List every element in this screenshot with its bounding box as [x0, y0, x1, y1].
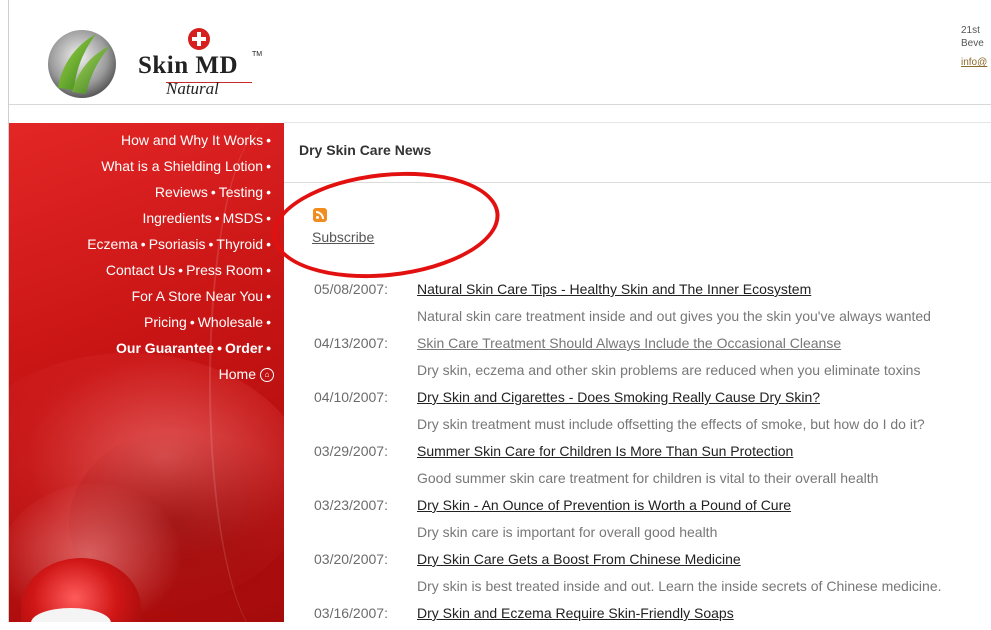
news-item: 03/29/2007: Summer Skin Care for Children…: [300, 441, 991, 468]
annotation-circle: [267, 161, 505, 289]
medical-cross-icon: [188, 28, 210, 50]
news-description-row: Dry skin care is important for overall g…: [300, 522, 991, 549]
news-description: Dry skin treatment must include offsetti…: [417, 416, 925, 432]
news-description: Dry skin is best treated inside and out.…: [417, 578, 942, 594]
news-item: 04/13/2007: Skin Care Treatment Should Al…: [300, 333, 991, 360]
logo-trademark: TM: [252, 51, 263, 58]
header-divider: [9, 104, 991, 105]
nav-separator: •: [217, 340, 222, 356]
news-description: Natural skin care treatment inside and o…: [417, 308, 931, 324]
nav-separator: •: [178, 262, 184, 278]
news-item: 05/08/2007: Natural Skin Care Tips - Heal…: [300, 279, 991, 306]
nav-separator: •: [266, 236, 271, 252]
news-article-link[interactable]: Natural Skin Care Tips - Healthy Skin an…: [417, 279, 811, 299]
nav-separator: •: [266, 262, 271, 278]
news-article-link[interactable]: Dry Skin - An Ounce of Prevention is Wor…: [417, 495, 791, 515]
sidebar-nav-row: How and Why It Works •: [9, 131, 274, 157]
nav-separator: •: [266, 158, 271, 174]
news-description: Dry skin care is important for overall g…: [417, 524, 718, 540]
site-header: Skin MD TM Natural 21st Beve info@: [9, 0, 991, 104]
news-article-link[interactable]: Dry Skin and Eczema Require Skin-Friendl…: [417, 603, 734, 623]
sidebar-nav: How and Why It Works • What is a Shielding…: [9, 131, 274, 391]
sidebar-nav-row: Contact Us • Press Room •: [9, 261, 274, 287]
sidebar-nav-row: What is a Shielding Lotion •: [9, 157, 274, 183]
sidebar-nav-link[interactable]: How and Why It Works: [121, 132, 263, 148]
sidebar-nav-link[interactable]: Reviews: [155, 184, 208, 200]
contact-email-link[interactable]: info@: [961, 56, 987, 69]
news-article-link[interactable]: Summer Skin Care for Children Is More Th…: [417, 441, 793, 461]
sidebar-nav-link[interactable]: What is a Shielding Lotion: [101, 158, 263, 174]
news-item: 03/16/2007: Dry Skin and Eczema Require S…: [300, 603, 991, 630]
sidebar: How and Why It Works • What is a Shielding…: [9, 123, 284, 622]
sidebar-nav-row: Reviews • Testing •: [9, 183, 274, 209]
news-date: 03/20/2007:: [314, 551, 388, 567]
sidebar-nav-row: Eczema • Psoriasis • Thyroid •: [9, 235, 274, 261]
nav-separator: •: [214, 210, 220, 226]
news-article-link[interactable]: Skin Care Treatment Should Always Includ…: [417, 333, 841, 353]
contact-address-line2: Beve: [961, 38, 984, 49]
site-logo[interactable]: Skin MD TM Natural: [44, 24, 264, 104]
news-description-row: Natural skin care treatment inside and o…: [300, 306, 991, 333]
sidebar-nav-link[interactable]: Wholesale: [198, 314, 263, 330]
nav-separator: •: [208, 236, 214, 252]
sidebar-nav-link[interactable]: Our Guarantee: [116, 340, 214, 356]
contact-address-line1: 21st: [961, 25, 980, 36]
sidebar-nav-link[interactable]: Pricing: [144, 314, 187, 330]
news-date: 05/08/2007:: [314, 281, 388, 297]
sidebar-nav-link[interactable]: MSDS: [223, 210, 263, 226]
nav-separator: •: [266, 314, 271, 330]
news-article-link[interactable]: Dry Skin and Cigarettes - Does Smoking R…: [417, 387, 820, 407]
news-date: 03/29/2007:: [314, 443, 388, 459]
content-top-divider: [284, 122, 991, 123]
news-date: 03/16/2007:: [314, 605, 388, 621]
logo-brand-text: Skin MD: [138, 52, 239, 79]
news-date: 04/10/2007:: [314, 389, 388, 405]
news-date: 04/13/2007:: [314, 335, 388, 351]
sidebar-nav-row: Our Guarantee • Order •: [9, 339, 274, 365]
sidebar-nav-link[interactable]: Order: [225, 340, 263, 356]
sidebar-nav-link[interactable]: Thyroid: [216, 236, 263, 252]
sidebar-nav-link[interactable]: Testing: [219, 184, 263, 200]
logo-tagline: Natural: [166, 79, 219, 98]
leaf-logo-icon: [48, 30, 116, 98]
sidebar-nav-row: Pricing • Wholesale •: [9, 313, 274, 339]
news-description-row: Dry skin is best treated inside and out.…: [300, 576, 991, 603]
sidebar-nav-link[interactable]: Eczema: [87, 236, 138, 252]
nav-separator: •: [140, 236, 146, 252]
sidebar-nav-row: For A Store Near You •: [9, 287, 274, 313]
nav-separator: •: [189, 314, 195, 330]
news-date: 03/23/2007:: [314, 497, 388, 513]
nav-separator: •: [266, 210, 271, 226]
sidebar-nav-link[interactable]: For A Store Near You: [132, 288, 264, 304]
nav-separator: •: [266, 288, 271, 304]
sidebar-nav-row: Home ⌂: [9, 365, 274, 391]
news-description-row: Dry skin treatment must include offsetti…: [300, 414, 991, 441]
nav-separator: •: [266, 132, 271, 148]
news-description: Dry skin, eczema and other skin problems…: [417, 362, 921, 378]
sidebar-nav-link[interactable]: Ingredients: [142, 210, 211, 226]
news-description-row: Dry skin, eczema and other skin problems…: [300, 360, 991, 387]
nav-separator: •: [210, 184, 216, 200]
news-item: 03/23/2007: Dry Skin - An Ounce of Preven…: [300, 495, 991, 522]
page-title: Dry Skin Care News: [299, 142, 432, 158]
sidebar-nav-link[interactable]: Psoriasis: [149, 236, 206, 252]
contact-info: 21st Beve info@: [961, 24, 987, 69]
sidebar-nav-link[interactable]: Contact Us: [106, 262, 175, 278]
sidebar-nav-row: Ingredients • MSDS •: [9, 209, 274, 235]
sidebar-nav-link[interactable]: Home: [219, 366, 256, 382]
nav-separator: •: [266, 184, 271, 200]
news-item: 03/20/2007: Dry Skin Care Gets a Boost Fr…: [300, 549, 991, 576]
news-list: 05/08/2007: Natural Skin Care Tips - Heal…: [300, 279, 991, 630]
news-description: Good summer skin care treatment for chil…: [417, 470, 879, 486]
nav-separator: •: [266, 340, 271, 356]
news-description-row: Good summer skin care treatment for chil…: [300, 468, 991, 495]
home-icon[interactable]: ⌂: [260, 368, 274, 383]
sidebar-nav-link[interactable]: Press Room: [186, 262, 263, 278]
news-article-link[interactable]: Dry Skin Care Gets a Boost From Chinese …: [417, 549, 741, 569]
news-item: 04/10/2007: Dry Skin and Cigarettes - Doe…: [300, 387, 991, 414]
